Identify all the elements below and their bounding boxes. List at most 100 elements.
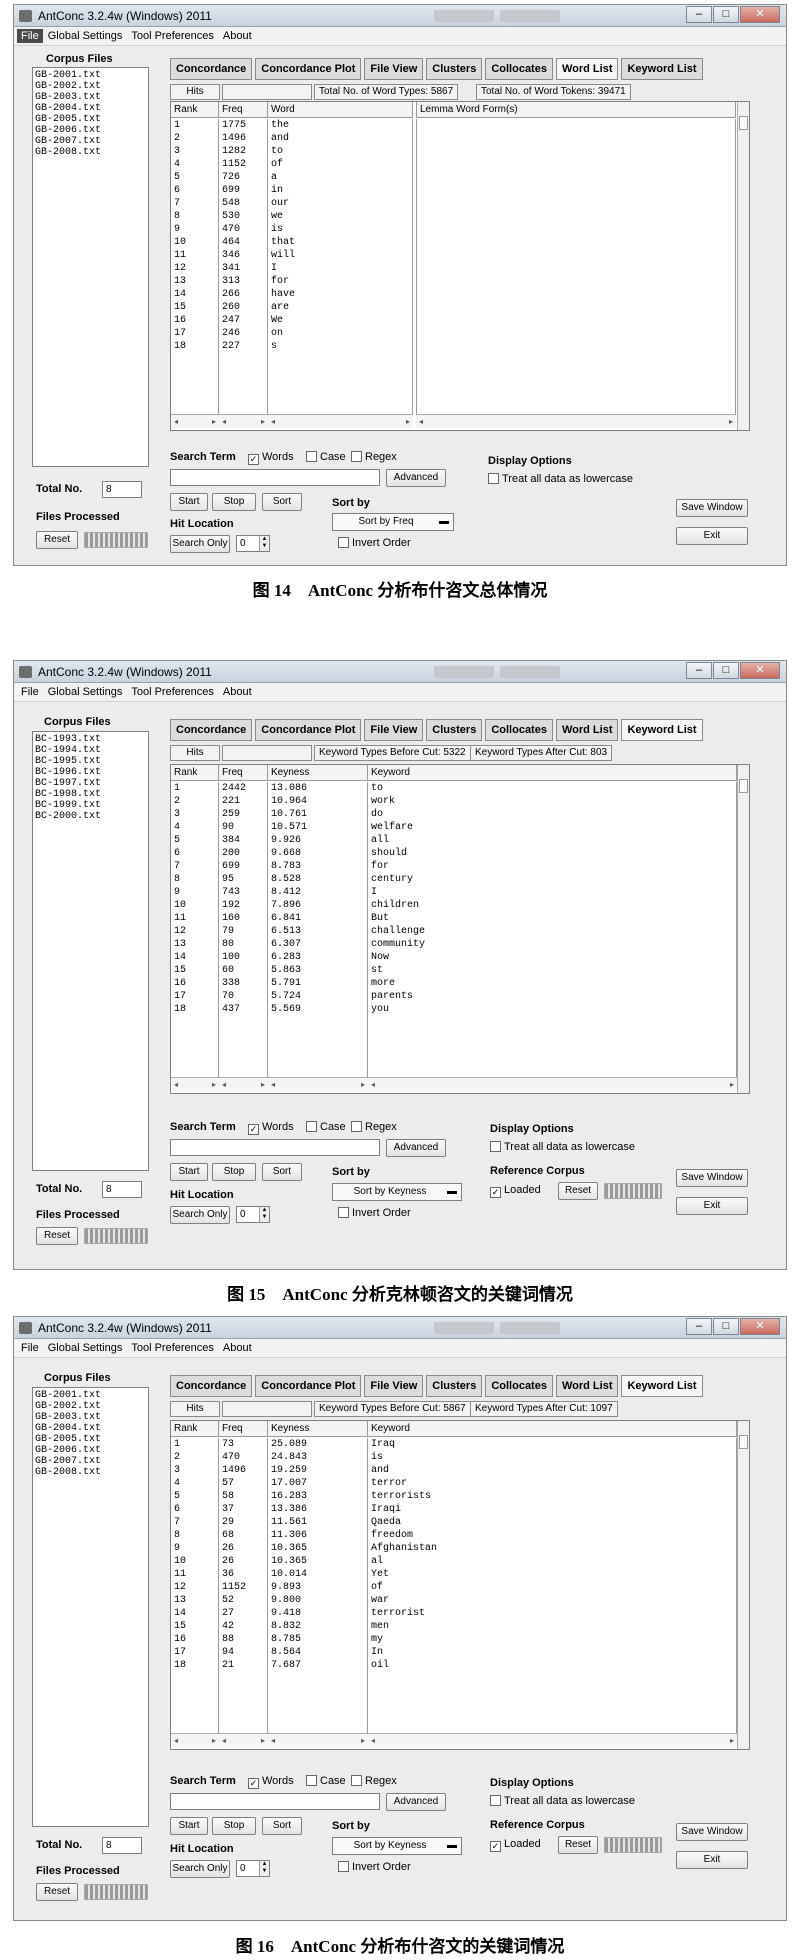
table-cell[interactable]: Qaeda bbox=[371, 1516, 736, 1529]
table-cell[interactable]: 8.783 bbox=[271, 860, 367, 873]
table-cell[interactable]: 90 bbox=[222, 821, 267, 834]
table-cell[interactable]: 221 bbox=[222, 795, 267, 808]
table-cell[interactable]: is bbox=[371, 1451, 736, 1464]
h-scrollbar[interactable]: ◂ ▸ bbox=[219, 1077, 268, 1091]
stop-button[interactable]: Stop bbox=[212, 493, 256, 511]
table-cell[interactable]: 266 bbox=[222, 288, 267, 301]
table-cell[interactable]: 1 bbox=[174, 119, 218, 132]
table-cell[interactable]: 12 bbox=[174, 925, 218, 938]
corpus-file-item[interactable]: GB-2001.txt bbox=[35, 1390, 146, 1401]
table-cell[interactable]: 699 bbox=[222, 184, 267, 197]
corpus-file-item[interactable]: BC-2000.txt bbox=[35, 811, 146, 822]
table-cell[interactable]: 10.571 bbox=[271, 821, 367, 834]
corpus-file-item[interactable]: BC-1998.txt bbox=[35, 789, 146, 800]
close-icon[interactable]: ✕ bbox=[740, 662, 780, 679]
table-cell[interactable]: 338 bbox=[222, 977, 267, 990]
words-checkbox[interactable]: ✓ Words bbox=[248, 1121, 294, 1135]
table-cell[interactable]: are bbox=[271, 301, 412, 314]
table-cell[interactable]: 10.761 bbox=[271, 808, 367, 821]
table-cell[interactable]: 10.964 bbox=[271, 795, 367, 808]
table-cell[interactable]: 14 bbox=[174, 1607, 218, 1620]
table-cell[interactable]: 247 bbox=[222, 314, 267, 327]
table-cell[interactable]: 7 bbox=[174, 1516, 218, 1529]
table-cell[interactable]: do bbox=[371, 808, 736, 821]
reset-button[interactable]: Reset bbox=[36, 1883, 78, 1901]
table-cell[interactable]: 3 bbox=[174, 1464, 218, 1477]
corpus-file-item[interactable]: BC-1996.txt bbox=[35, 767, 146, 778]
words-checkbox[interactable]: ✓ Words bbox=[248, 1775, 294, 1789]
maximize-icon[interactable]: □ bbox=[713, 1318, 739, 1335]
table-cell[interactable]: 470 bbox=[222, 223, 267, 236]
table-cell[interactable]: 73 bbox=[222, 1438, 267, 1451]
corpus-file-item[interactable]: GB-2007.txt bbox=[35, 136, 146, 147]
table-cell[interactable]: 9.418 bbox=[271, 1607, 367, 1620]
table-cell[interactable]: 8.832 bbox=[271, 1620, 367, 1633]
v-scrollbar[interactable] bbox=[737, 1421, 749, 1749]
col-lemma-header[interactable]: Lemma Word Form(s) bbox=[416, 102, 736, 118]
h-scrollbar[interactable]: ◂ ▸ bbox=[416, 414, 736, 428]
table-cell[interactable]: 27 bbox=[222, 1607, 267, 1620]
table-cell[interactable]: 15 bbox=[174, 964, 218, 977]
table-cell[interactable]: 52 bbox=[222, 1594, 267, 1607]
table-cell[interactable]: 548 bbox=[222, 197, 267, 210]
table-cell[interactable]: 68 bbox=[222, 1529, 267, 1542]
table-cell[interactable]: 14 bbox=[174, 288, 218, 301]
table-cell[interactable]: 8.564 bbox=[271, 1646, 367, 1659]
table-cell[interactable]: I bbox=[271, 262, 412, 275]
menu-tool-preferences[interactable]: Tool Preferences bbox=[127, 685, 218, 699]
table-cell[interactable]: 6.307 bbox=[271, 938, 367, 951]
table-cell[interactable]: 12 bbox=[174, 262, 218, 275]
corpus-file-item[interactable]: GB-2001.txt bbox=[35, 70, 146, 81]
table-cell[interactable]: Iraqi bbox=[371, 1503, 736, 1516]
col-freq-header[interactable]: Freq bbox=[219, 765, 268, 781]
reset-button[interactable]: Reset bbox=[36, 1227, 78, 1245]
corpus-file-item[interactable]: GB-2002.txt bbox=[35, 81, 146, 92]
h-scrollbar[interactable]: ◂ ▸ bbox=[171, 1733, 219, 1747]
table-cell[interactable]: my bbox=[371, 1633, 736, 1646]
corpus-file-list[interactable]: GB-2001.txt GB-2002.txt GB-2003.txt GB-2… bbox=[32, 1387, 149, 1827]
sort-button[interactable]: Sort bbox=[262, 1163, 302, 1181]
table-cell[interactable]: 1496 bbox=[222, 1464, 267, 1477]
menu-global-settings[interactable]: Global Settings bbox=[44, 685, 127, 699]
table-cell[interactable]: 37 bbox=[222, 1503, 267, 1516]
corpus-file-item[interactable]: GB-2005.txt bbox=[35, 114, 146, 125]
table-cell[interactable]: 24.843 bbox=[271, 1451, 367, 1464]
case-checkbox[interactable]: Case bbox=[306, 1121, 346, 1133]
table-cell[interactable]: 9.800 bbox=[271, 1594, 367, 1607]
table-cell[interactable]: 6.841 bbox=[271, 912, 367, 925]
table-cell[interactable]: is bbox=[271, 223, 412, 236]
h-scrollbar[interactable]: ◂ ▸ bbox=[268, 1733, 368, 1747]
table-cell[interactable]: 15 bbox=[174, 301, 218, 314]
minimize-icon[interactable]: – bbox=[686, 1318, 712, 1335]
table-cell[interactable]: 29 bbox=[222, 1516, 267, 1529]
corpus-file-item[interactable]: BC-1999.txt bbox=[35, 800, 146, 811]
table-cell[interactable]: 8 bbox=[174, 873, 218, 886]
col-keyword-header[interactable]: Keyword bbox=[368, 1421, 737, 1437]
tab-keyword-list[interactable]: Keyword List bbox=[621, 719, 703, 741]
search-only-button[interactable]: Search Only bbox=[170, 535, 230, 553]
tab-word-list[interactable]: Word List bbox=[555, 719, 619, 741]
regex-checkbox[interactable]: Regex bbox=[351, 1775, 397, 1787]
search-only-button[interactable]: Search Only bbox=[170, 1860, 230, 1878]
regex-checkbox[interactable]: Regex bbox=[351, 451, 397, 463]
table-cell[interactable]: 5.569 bbox=[271, 1003, 367, 1016]
keyword-list-table[interactable]: Rank Freq Keyness Keyword 1 2 3 4 5 6 7 8 9 10 11 1… bbox=[170, 764, 750, 1094]
sort-button[interactable]: Sort bbox=[262, 1817, 302, 1835]
table-cell[interactable]: more bbox=[371, 977, 736, 990]
table-cell[interactable]: a bbox=[271, 171, 412, 184]
table-cell[interactable]: 8.412 bbox=[271, 886, 367, 899]
table-cell[interactable]: 70 bbox=[222, 990, 267, 1003]
table-cell[interactable]: 1496 bbox=[222, 132, 267, 145]
table-cell[interactable]: 16 bbox=[174, 977, 218, 990]
table-cell[interactable]: 726 bbox=[222, 171, 267, 184]
corpus-file-item[interactable]: BC-1993.txt bbox=[35, 734, 146, 745]
save-window-button[interactable]: Save Window bbox=[676, 1823, 748, 1841]
h-scrollbar[interactable]: ◂ ▸ bbox=[171, 414, 219, 428]
table-cell[interactable]: 17 bbox=[174, 327, 218, 340]
table-cell[interactable]: men bbox=[371, 1620, 736, 1633]
corpus-file-item[interactable]: GB-2004.txt bbox=[35, 1423, 146, 1434]
table-cell[interactable]: 15 bbox=[174, 1620, 218, 1633]
table-cell[interactable]: 6 bbox=[174, 184, 218, 197]
col-freq-header[interactable]: Freq bbox=[219, 1421, 268, 1437]
table-cell[interactable]: all bbox=[371, 834, 736, 847]
